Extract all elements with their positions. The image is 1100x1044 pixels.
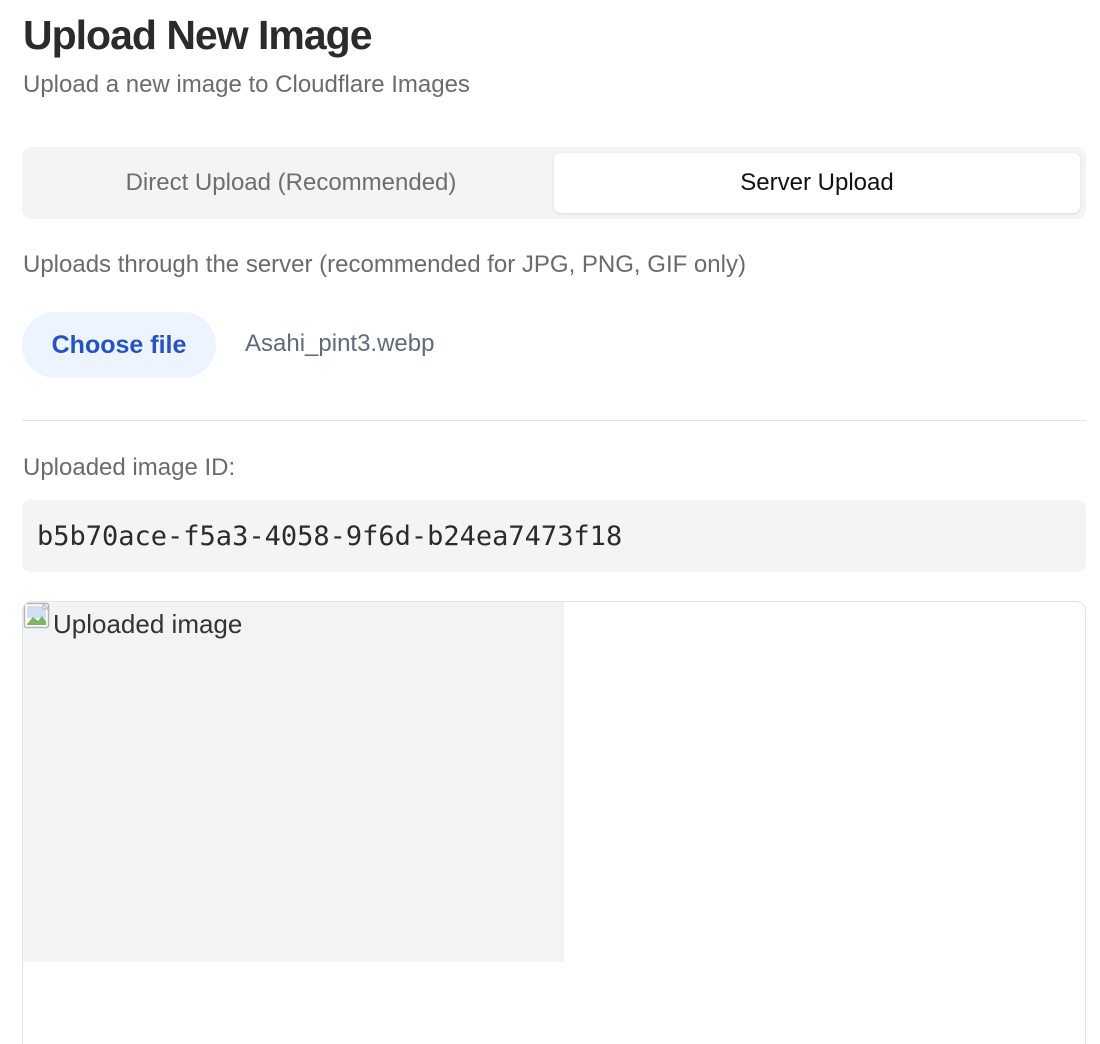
image-id-value: b5b70ace-f5a3-4058-9f6d-b24ea7473f18	[22, 500, 1086, 572]
upload-hint: Uploads through the server (recommended …	[23, 251, 746, 278]
upload-method-tabs: Direct Upload (Recommended) Server Uploa…	[22, 147, 1086, 219]
page-title: Upload New Image	[23, 12, 373, 58]
image-id-label: Uploaded image ID:	[23, 454, 236, 481]
tab-direct-upload[interactable]: Direct Upload (Recommended)	[28, 153, 554, 213]
broken-image-icon	[23, 602, 50, 629]
image-preview-frame: Uploaded image	[22, 601, 1086, 1044]
choose-file-button[interactable]: Choose file	[22, 312, 216, 378]
tab-server-upload[interactable]: Server Upload	[554, 153, 1080, 213]
uploaded-image-alt-text: Uploaded image	[53, 609, 243, 639]
page-subtitle: Upload a new image to Cloudflare Images	[23, 71, 470, 98]
upload-page: Upload New Image Upload a new image to C…	[0, 0, 1100, 1044]
uploaded-image: Uploaded image	[23, 602, 564, 962]
section-divider	[22, 420, 1086, 421]
selected-file-name: Asahi_pint3.webp	[245, 330, 435, 357]
